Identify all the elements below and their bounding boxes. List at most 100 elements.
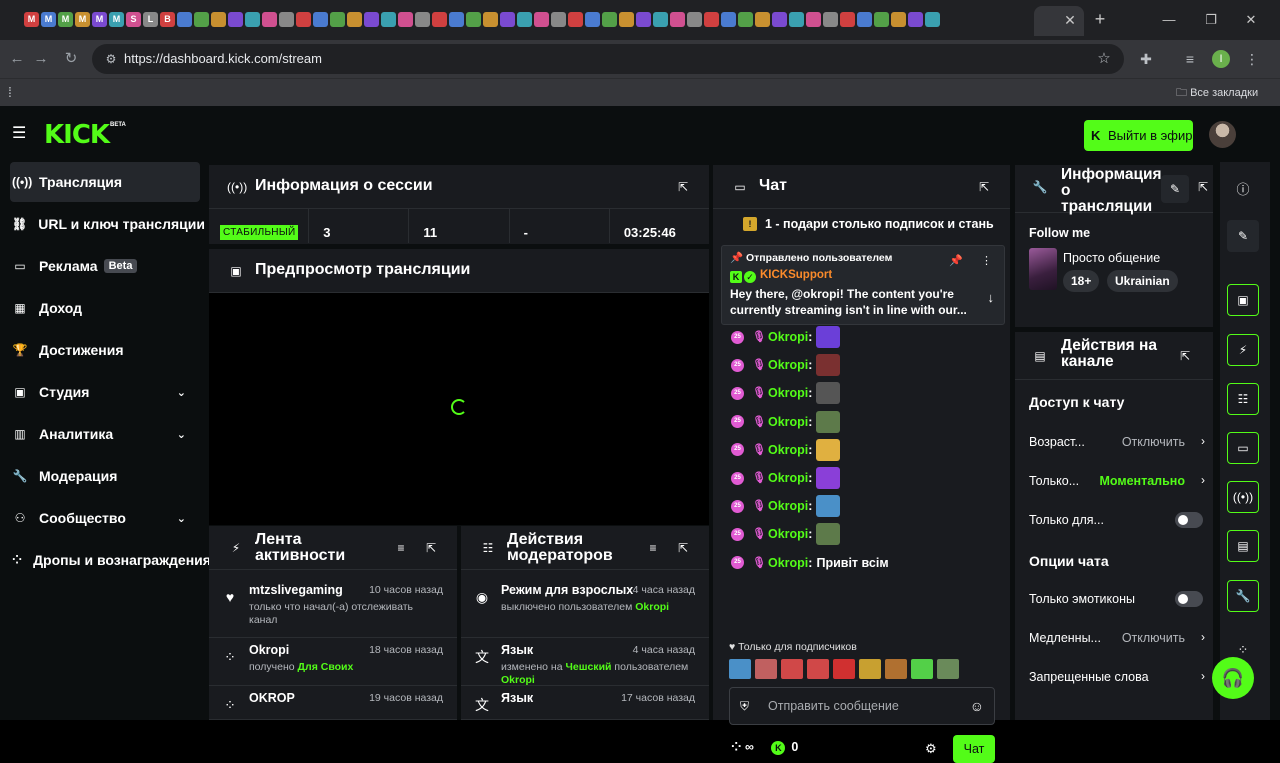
tab-favicon-icon[interactable]	[296, 12, 311, 27]
chat-toggle-icon[interactable]: ▭	[1227, 432, 1259, 464]
stream-preview-video[interactable]	[209, 293, 709, 525]
edit-pencil-icon[interactable]: ✎	[1161, 175, 1189, 203]
tab-favicon-icon[interactable]: M	[58, 12, 73, 27]
kick-logo[interactable]: KICK	[44, 120, 110, 150]
tab-favicon-icon[interactable]: M	[41, 12, 56, 27]
chat-username[interactable]: Okropi	[768, 358, 808, 372]
chevron-right-icon[interactable]: ›	[1201, 434, 1205, 448]
tab-favicon-icon[interactable]	[330, 12, 345, 27]
sidebar-item[interactable]: ▣ Студия ⌄	[10, 372, 200, 412]
tab-favicon-icon[interactable]	[874, 12, 889, 27]
tab-favicon-icon[interactable]	[381, 12, 396, 27]
sidebar-item[interactable]: 🏆 Достижения	[10, 330, 200, 370]
extensions-icon[interactable]: ✚	[1136, 49, 1156, 69]
broadcast-toggle-icon[interactable]: ((•))	[1227, 481, 1259, 513]
tab-favicon-icon[interactable]	[262, 12, 277, 27]
activity-name[interactable]: Режим для взрослых	[501, 583, 633, 597]
browser-menu-icon[interactable]: ⋮	[1242, 49, 1262, 69]
lightning-toggle-icon[interactable]: ⚡	[1227, 334, 1259, 366]
popout-icon[interactable]: ⇱	[423, 540, 439, 556]
activity-desc-highlight[interactable]: Okropi	[635, 601, 669, 613]
activity-desc-highlight[interactable]: Чешский	[566, 661, 612, 673]
popout-icon[interactable]: ⇱	[976, 179, 992, 195]
tab-favicon-icon[interactable]	[704, 12, 719, 27]
tab-favicon-icon[interactable]	[653, 12, 668, 27]
popout-icon[interactable]: ⇱	[1177, 348, 1193, 364]
chat-settings-icon[interactable]: ⚙	[925, 741, 937, 757]
more-icon[interactable]: ⋮	[981, 255, 992, 267]
emote-button[interactable]	[755, 659, 777, 679]
pinned-message-card[interactable]: 📌 Отправлено пользователем 📌 ⋮ K ✓ KICKSup…	[721, 245, 1005, 325]
setting-row[interactable]: Медленны... Отключить ›	[1029, 629, 1205, 649]
back-icon[interactable]: ←	[6, 48, 28, 70]
emote-button[interactable]	[781, 659, 803, 679]
close-tab-icon[interactable]: ✕	[1062, 10, 1078, 30]
restore-icon[interactable]: ❐	[1200, 10, 1222, 30]
chat-username[interactable]: Okropi	[768, 330, 808, 344]
chat-input[interactable]: ⛨ Отправить сообщение ☺	[729, 687, 995, 725]
chevron-right-icon[interactable]: ›	[1201, 630, 1205, 644]
info-icon[interactable]: ⓘ	[1233, 180, 1253, 200]
emote-button[interactable]	[807, 659, 829, 679]
chevron-down-icon[interactable]: ⌄	[177, 512, 186, 525]
user-avatar[interactable]	[1209, 121, 1236, 148]
kick-points-icon[interactable]: K	[771, 741, 786, 755]
tab-favicon-icon[interactable]	[398, 12, 413, 27]
chat-username[interactable]: Okropi	[768, 556, 808, 570]
tab-favicon-icon[interactable]	[211, 12, 226, 27]
pinned-goal[interactable]: ! 1 - подари столько подписок и стань 1-…	[713, 209, 1010, 239]
emote-button[interactable]	[833, 659, 855, 679]
tab-favicon-icon[interactable]	[891, 12, 906, 27]
emote-button[interactable]	[911, 659, 933, 679]
list-toggle-icon[interactable]: ☷	[1227, 383, 1259, 415]
setting-row[interactable]: Только... Моментально ›	[1029, 472, 1205, 492]
chat-send-button[interactable]: Чат	[953, 735, 995, 763]
tab-favicon-icon[interactable]	[755, 12, 770, 27]
chat-username[interactable]: Okropi	[768, 471, 808, 485]
tab-favicon-icon[interactable]	[772, 12, 787, 27]
activity-name[interactable]: Язык	[501, 691, 533, 705]
activity-name[interactable]: Okropi	[249, 643, 289, 657]
emote-button[interactable]	[859, 659, 881, 679]
tab-favicon-icon[interactable]	[670, 12, 685, 27]
emoji-icon[interactable]: ☺	[970, 698, 984, 714]
tab-favicon-icon[interactable]	[721, 12, 736, 27]
tab-favicon-icon[interactable]: M	[92, 12, 107, 27]
tab-favicon-icon[interactable]	[228, 12, 243, 27]
filter-icon[interactable]: ≡	[393, 540, 409, 556]
help-headset-icon[interactable]: 🎧	[1212, 657, 1254, 699]
tab-favicon-icon[interactable]	[687, 12, 702, 27]
tab-favicon-icon[interactable]	[313, 12, 328, 27]
channel-actions-toggle-icon[interactable]: ▤	[1227, 530, 1259, 562]
tab-favicon-icon[interactable]	[466, 12, 481, 27]
menu-icon[interactable]: ☰	[12, 126, 28, 142]
minimize-icon[interactable]: —	[1158, 10, 1180, 30]
address-url[interactable]: https://dashboard.kick.com/stream	[124, 51, 322, 66]
emote-button[interactable]	[885, 659, 907, 679]
tab-favicon-icon[interactable]: B	[160, 12, 175, 27]
category-thumbnail[interactable]	[1029, 248, 1057, 290]
popout-icon[interactable]: ⇱	[1195, 179, 1211, 195]
tab-favicon-icon[interactable]: M	[24, 12, 39, 27]
sidebar-item[interactable]: ⚇ Сообщество ⌄	[10, 498, 200, 538]
tab-favicon-icon[interactable]: L	[143, 12, 158, 27]
tab-favicon-icon[interactable]	[738, 12, 753, 27]
viewers-icon[interactable]: ⁘	[731, 740, 741, 754]
setting-row[interactable]: Только эмотиконы	[1029, 590, 1205, 610]
go-live-button[interactable]: K Выйти в эфир	[1084, 120, 1193, 151]
tab-favicon-icon[interactable]	[483, 12, 498, 27]
new-tab-icon[interactable]: +	[1090, 8, 1110, 30]
tab-favicon-icon[interactable]: M	[75, 12, 90, 27]
filter-icon[interactable]: ≡	[645, 540, 661, 556]
address-bar[interactable]: ⚙ https://dashboard.kick.com/stream ☆	[92, 44, 1124, 74]
tab-favicon-icon[interactable]	[857, 12, 872, 27]
bookmark-star-icon[interactable]: ☆	[1094, 49, 1114, 69]
chat-username[interactable]: Okropi	[768, 443, 808, 457]
tab-favicon-icon[interactable]	[636, 12, 651, 27]
toggle-switch[interactable]	[1175, 512, 1203, 528]
tab-favicon-icon[interactable]	[908, 12, 923, 27]
tab-favicon-icon[interactable]	[602, 12, 617, 27]
activity-name[interactable]: Язык	[501, 643, 533, 657]
chat-username[interactable]: Okropi	[768, 527, 808, 541]
tab-favicon-icon[interactable]	[245, 12, 260, 27]
